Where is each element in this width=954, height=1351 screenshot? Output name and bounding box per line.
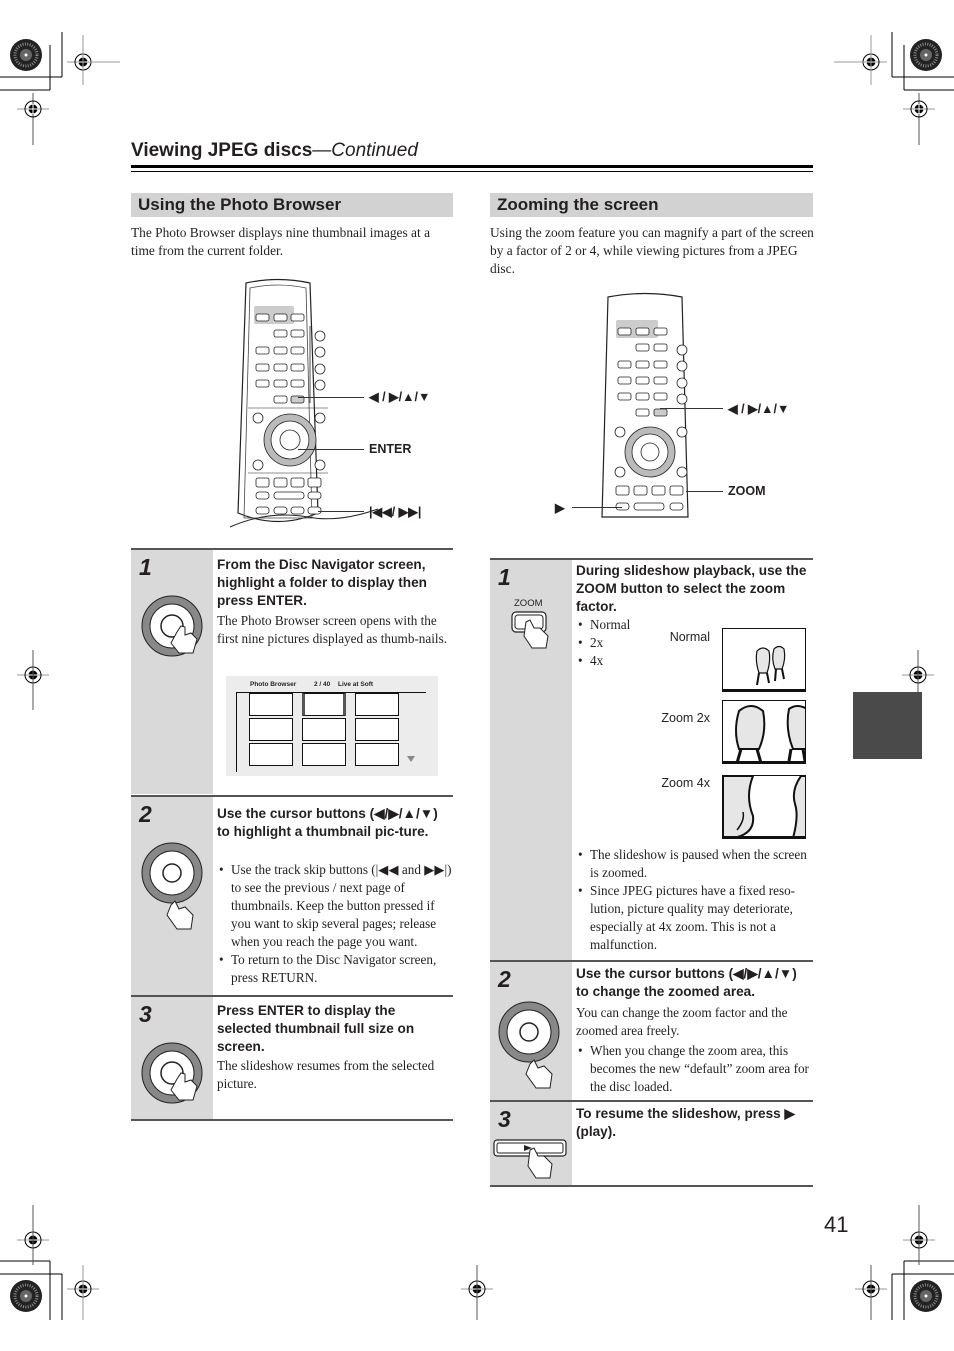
zoom-step-2: 2 Use the cursor buttons (◀/▶/▲/▼) to ch… <box>490 960 813 1100</box>
step-icon-panel: 2 <box>131 797 213 995</box>
callout-line-cursor <box>298 397 364 398</box>
step-number: 2 <box>139 801 152 827</box>
cursor-pad-enter-press-icon <box>141 595 203 657</box>
step-heading: From the Disc Navigator screen, highligh… <box>217 557 427 608</box>
header-rule-thin <box>131 171 813 172</box>
thumbnail[interactable] <box>355 693 399 716</box>
section-title-photo-browser: Using the Photo Browser <box>131 193 453 217</box>
photo-browser-title: Photo Browser <box>250 681 297 688</box>
callout-cursor-buttons: ◀ / ▶/▲/▼ <box>728 402 790 416</box>
callout-line-zoom <box>686 491 723 492</box>
thumbnail-selected[interactable] <box>302 693 346 716</box>
photo-browser-step-2: 2 Use the cursor buttons (◀/▶/▲/▼) to hi… <box>131 795 453 995</box>
zoom-example-label: Normal <box>669 630 710 644</box>
step-bullets: When you change the zoom area, this beco… <box>576 1042 812 1096</box>
thumbnail[interactable] <box>355 743 399 766</box>
bullet-item: The slideshow is paused when the screen … <box>576 846 812 882</box>
zoom-example-normal <box>722 628 806 692</box>
callout-line-enter <box>298 449 364 450</box>
page-number: 41 <box>824 1212 849 1237</box>
zoom-step-1: 1 ZOOM During slideshow playback, use th… <box>490 558 813 960</box>
step-body: The slideshow resumes from the selected … <box>217 1058 435 1091</box>
photo-browser-folder: Live at Soft <box>338 681 374 688</box>
step-number: 3 <box>139 1001 152 1027</box>
step-heading: Use the cursor buttons (◀/▶/▲/▼) to high… <box>217 806 438 839</box>
step-icon-panel: 3 <box>131 997 213 1119</box>
section-bottom-rule <box>131 1119 453 1121</box>
cursor-pad-down-press-icon <box>141 842 203 930</box>
photo-browser-intro: The Photo Browser displays nine thumbnai… <box>131 225 431 258</box>
section-title-zooming: Zooming the screen <box>490 193 813 217</box>
callout-line-play <box>572 507 622 508</box>
thumbnail[interactable] <box>249 743 293 766</box>
play-button-press-icon <box>493 1139 567 1179</box>
zoom-button-label: ZOOM <box>514 598 543 609</box>
photo-browser-step-3: 3 Press ENTER to display the selected th… <box>131 995 453 1119</box>
remote-control-illustration <box>601 292 689 518</box>
zoom-button-press-icon <box>511 611 549 649</box>
zoom-example-4x <box>722 775 806 839</box>
zoom-notes: The slideshow is paused when the screen … <box>576 846 812 954</box>
bullet-item: Use the track skip buttons (|◀◀ and ▶▶|)… <box>217 861 453 951</box>
page-header-title: Viewing JPEG discs—Continued <box>131 140 418 161</box>
section-bottom-rule <box>490 1185 813 1187</box>
step-number: 3 <box>498 1106 511 1132</box>
step-number: 2 <box>498 966 511 992</box>
callout-cursor-buttons: ◀ / ▶/▲/▼ <box>369 390 431 404</box>
thumbnail[interactable] <box>249 693 293 716</box>
header-continued: —Continued <box>312 140 418 161</box>
callout-line-cursor <box>660 408 723 409</box>
callout-zoom: ZOOM <box>728 484 766 498</box>
step-heading: Use the cursor buttons (◀/▶/▲/▼) to chan… <box>576 966 797 999</box>
photo-browser-page: 2 / 40 <box>314 681 331 688</box>
zooming-intro: Using the zoom feature you can magnify a… <box>490 225 814 276</box>
step-number: 1 <box>498 564 511 590</box>
zoom-step-3: 3 To resume the slideshow, press ▶ (play… <box>490 1100 813 1185</box>
remote-control-illustration <box>237 278 328 523</box>
zoom-example-2x <box>722 700 806 764</box>
thumbnail[interactable] <box>302 718 346 741</box>
zoom-example-label: Zoom 2x <box>661 711 710 725</box>
photo-browser-screen: Photo Browser 2 / 40 Live at Soft <box>226 676 438 776</box>
step-icon-panel: 1 ZOOM <box>490 560 572 960</box>
step-number: 1 <box>139 554 152 580</box>
step-icon-panel: 2 <box>490 962 572 1100</box>
chapter-thumb-tab <box>853 692 922 759</box>
step-heading: To resume the slideshow, press ▶ (play). <box>576 1106 795 1139</box>
step-body: The Photo Browser screen opens with the … <box>217 613 448 646</box>
callout-play: ▶ <box>555 501 565 515</box>
step-icon-panel: 3 <box>490 1102 572 1185</box>
bullet-item: Since JPEG pictures have a fixed reso-lu… <box>576 882 812 954</box>
zoom-example-label: Zoom 4x <box>661 776 710 790</box>
step-icon-panel: 1 <box>131 550 213 794</box>
callout-enter: ENTER <box>369 442 412 456</box>
thumbnail[interactable] <box>355 718 399 741</box>
bullet-item: When you change the zoom area, this beco… <box>576 1042 812 1096</box>
header-rule <box>131 165 813 168</box>
cursor-pad-down-press-icon <box>498 1001 560 1089</box>
scroll-down-arrow-icon[interactable] <box>407 756 415 762</box>
step-body: You can change the zoom factor and the z… <box>576 1005 788 1038</box>
thumbnail[interactable] <box>249 718 293 741</box>
cursor-pad-enter-press-icon <box>141 1042 203 1104</box>
zoom-option: 4x <box>576 652 656 670</box>
step-heading: Press ENTER to display the selected thum… <box>217 1003 415 1054</box>
step-bullets: Use the track skip buttons (|◀◀ and ▶▶|)… <box>217 861 453 987</box>
step-heading: During slideshow playback, use the ZOOM … <box>576 563 807 614</box>
bullet-item: To return to the Disc Navigator screen, … <box>217 951 453 987</box>
remote-wave-line <box>229 508 379 528</box>
thumbnail[interactable] <box>302 743 346 766</box>
photo-browser-step-1: 1 From the Disc Navigator screen, highli… <box>131 548 453 794</box>
